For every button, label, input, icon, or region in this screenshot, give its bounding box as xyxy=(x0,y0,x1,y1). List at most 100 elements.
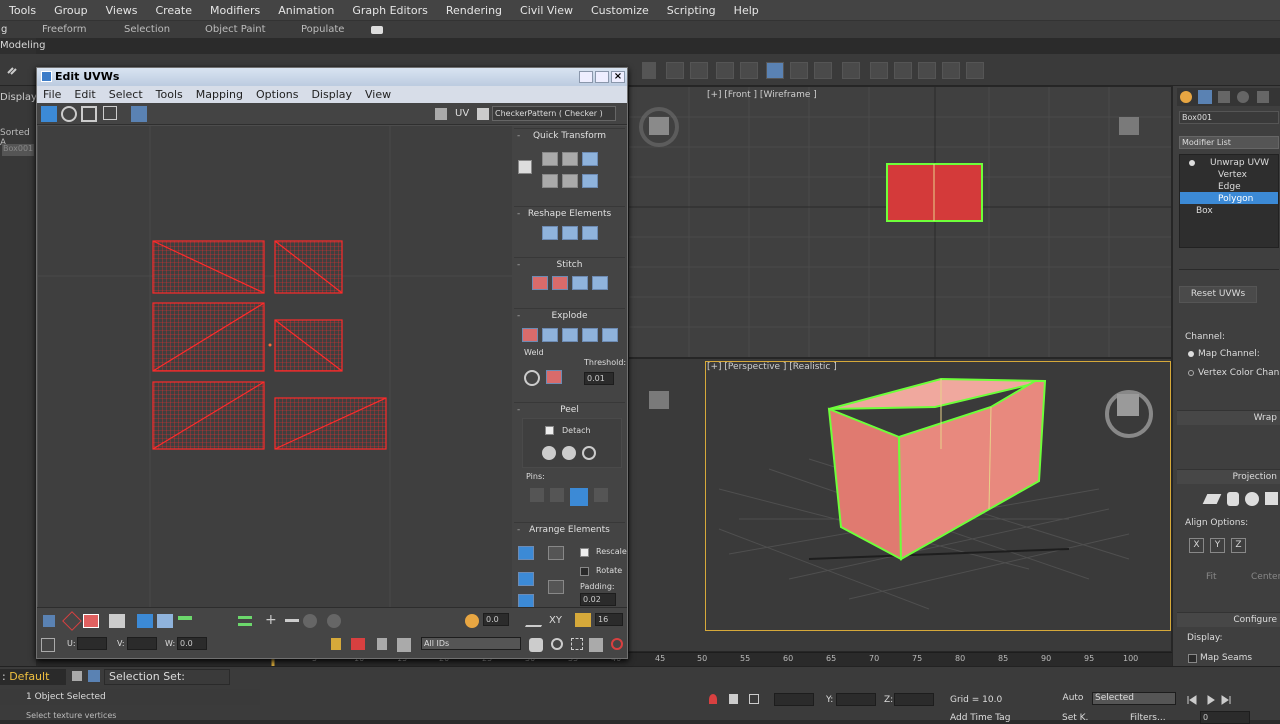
z-coordinate-field[interactable] xyxy=(894,693,934,706)
ribbon-tab-populate[interactable]: Populate xyxy=(301,24,344,35)
spherical-map-icon[interactable] xyxy=(1245,492,1259,506)
filters-button[interactable]: Filters... xyxy=(1130,713,1166,723)
ribbon-tab-object-paint[interactable]: Object Paint xyxy=(205,24,266,35)
schematic-view-icon[interactable] xyxy=(814,62,832,79)
grid-snap-icon[interactable] xyxy=(575,613,591,627)
align-x-button[interactable]: X xyxy=(1189,538,1204,553)
v-field[interactable] xyxy=(127,637,157,650)
modify-tab-icon[interactable] xyxy=(1198,90,1212,104)
align-y-button[interactable]: Y xyxy=(1210,538,1225,553)
object-name-field[interactable]: Box001 xyxy=(1179,111,1279,124)
padding-field[interactable]: 0.02 xyxy=(580,593,616,606)
freeze-icon[interactable] xyxy=(377,638,387,650)
quick-transform-header[interactable]: - Quick Transform xyxy=(514,128,625,142)
stitch-target-icon[interactable] xyxy=(552,276,568,290)
front-viewport-label[interactable]: [+] [Front ] [Wireframe ] xyxy=(707,90,817,100)
stitch-source-icon[interactable] xyxy=(532,276,548,290)
ribbon-modeling-label[interactable]: Modeling xyxy=(0,38,46,54)
align-icon[interactable] xyxy=(690,62,708,79)
w-field[interactable]: 0.0 xyxy=(177,637,207,650)
line-tool-icon[interactable] xyxy=(524,613,550,627)
lock-selected-icon[interactable] xyxy=(331,638,341,650)
menu-rendering[interactable]: Rendering xyxy=(437,4,511,17)
detach-checkbox[interactable] xyxy=(545,426,554,435)
current-frame-field[interactable]: 0 xyxy=(1200,711,1250,724)
space-horizontal-icon[interactable] xyxy=(562,174,578,188)
close-icon[interactable]: × xyxy=(611,71,625,83)
maximize-icon[interactable] xyxy=(595,71,609,83)
lock-icon[interactable] xyxy=(729,694,738,704)
modifier-list-dropdown[interactable]: Modifier List xyxy=(1179,136,1279,149)
front-viewport[interactable]: [+] [Front ] [Wireframe ] xyxy=(628,86,1172,358)
link-icon[interactable] xyxy=(4,62,22,79)
dropdown-arrow-icon[interactable] xyxy=(642,62,656,79)
perspective-viewport-label[interactable]: [+] [Perspective ] [Realistic ] xyxy=(707,362,837,372)
layer-manager-icon[interactable] xyxy=(716,62,734,79)
menu-graph-editors[interactable]: Graph Editors xyxy=(343,4,437,17)
uvw-menu-edit[interactable]: Edit xyxy=(68,88,102,101)
zoom-extents-icon[interactable] xyxy=(589,638,603,652)
ring-select-icon[interactable] xyxy=(238,616,252,626)
menu-customize[interactable]: Customize xyxy=(582,4,658,17)
xy-toggle[interactable]: XY xyxy=(549,615,562,626)
explode-header[interactable]: - Explode xyxy=(514,308,625,322)
display-label[interactable]: Display xyxy=(0,92,37,103)
center-button[interactable]: Center xyxy=(1251,572,1280,582)
edit-pins-icon[interactable] xyxy=(570,488,588,506)
grid-spinner[interactable]: 16 xyxy=(595,613,623,626)
uvw-menu-tools[interactable]: Tools xyxy=(150,88,190,101)
group-select-icon[interactable] xyxy=(518,594,534,607)
uvw-menu-select[interactable]: Select xyxy=(103,88,150,101)
toggle-ribbon-icon[interactable] xyxy=(766,62,784,79)
set-key-button[interactable]: Set K. xyxy=(1062,713,1088,723)
auto-key-button[interactable]: Auto xyxy=(1058,693,1088,707)
show-map-icon[interactable] xyxy=(435,108,447,120)
rotate-ccw-icon[interactable] xyxy=(582,152,598,166)
explode-smoothing-icon[interactable] xyxy=(542,328,558,342)
menu-views[interactable]: Views xyxy=(97,4,147,17)
zoom-region-icon[interactable] xyxy=(571,638,583,650)
lightbulb-icon[interactable] xyxy=(1189,160,1195,166)
absolute-offset-icon[interactable] xyxy=(41,638,55,652)
soft-select-icon[interactable] xyxy=(327,614,341,628)
uvw-titlebar[interactable]: Edit UVWs × xyxy=(37,68,627,86)
stitch-settings-icon[interactable] xyxy=(592,276,608,290)
fit-button[interactable]: Fit xyxy=(1206,572,1217,582)
paint-select-icon[interactable] xyxy=(303,614,317,628)
cylindrical-map-icon[interactable] xyxy=(1227,492,1239,506)
menu-create[interactable]: Create xyxy=(146,4,201,17)
arrange-elements-header[interactable]: - Arrange Elements xyxy=(514,522,625,536)
menu-animation[interactable]: Animation xyxy=(269,4,343,17)
pan-hand-icon[interactable] xyxy=(529,638,543,652)
uv-editor-canvas[interactable] xyxy=(38,126,512,607)
create-tab-icon[interactable] xyxy=(1180,91,1192,103)
playback-controls[interactable] xyxy=(1184,693,1264,707)
zoom-icon[interactable] xyxy=(551,638,563,650)
menu-help[interactable]: Help xyxy=(725,4,768,17)
unpin-icon[interactable] xyxy=(550,488,564,502)
stack-item-polygon[interactable]: Polygon xyxy=(1218,194,1253,204)
material-editor-icon[interactable] xyxy=(842,62,860,79)
planar-map-icon[interactable] xyxy=(1202,494,1222,504)
display-tab-icon[interactable] xyxy=(1257,91,1269,103)
stack-item-edge[interactable]: Edge xyxy=(1218,182,1241,192)
flatten-settings-icon[interactable] xyxy=(602,328,618,342)
falloff-field[interactable]: 0.0 xyxy=(483,613,509,626)
polygon-mode-icon[interactable] xyxy=(137,614,153,628)
filter-icon[interactable] xyxy=(397,638,411,652)
map-seams-checkbox[interactable] xyxy=(1188,654,1197,663)
rendered-frame-icon[interactable] xyxy=(894,62,912,79)
layers-icon[interactable] xyxy=(72,671,82,681)
y-coordinate-field[interactable] xyxy=(836,693,876,706)
flatten-icon[interactable] xyxy=(582,328,598,342)
wrap-rollout[interactable]: Wrap xyxy=(1177,410,1280,425)
soft-select-falloff-icon[interactable] xyxy=(465,614,479,628)
configure-rollout[interactable]: Configure xyxy=(1177,612,1280,627)
render-iterative-icon[interactable] xyxy=(942,62,960,79)
break-icon[interactable] xyxy=(522,328,538,342)
activeshade-icon[interactable] xyxy=(966,62,984,79)
stack-item-unwrap-uvw[interactable]: Unwrap UVW xyxy=(1210,158,1269,168)
loop-plus-icon[interactable]: + xyxy=(265,613,279,628)
map-channel-radio[interactable] xyxy=(1188,351,1194,357)
uvw-menu-mapping[interactable]: Mapping xyxy=(190,88,250,101)
